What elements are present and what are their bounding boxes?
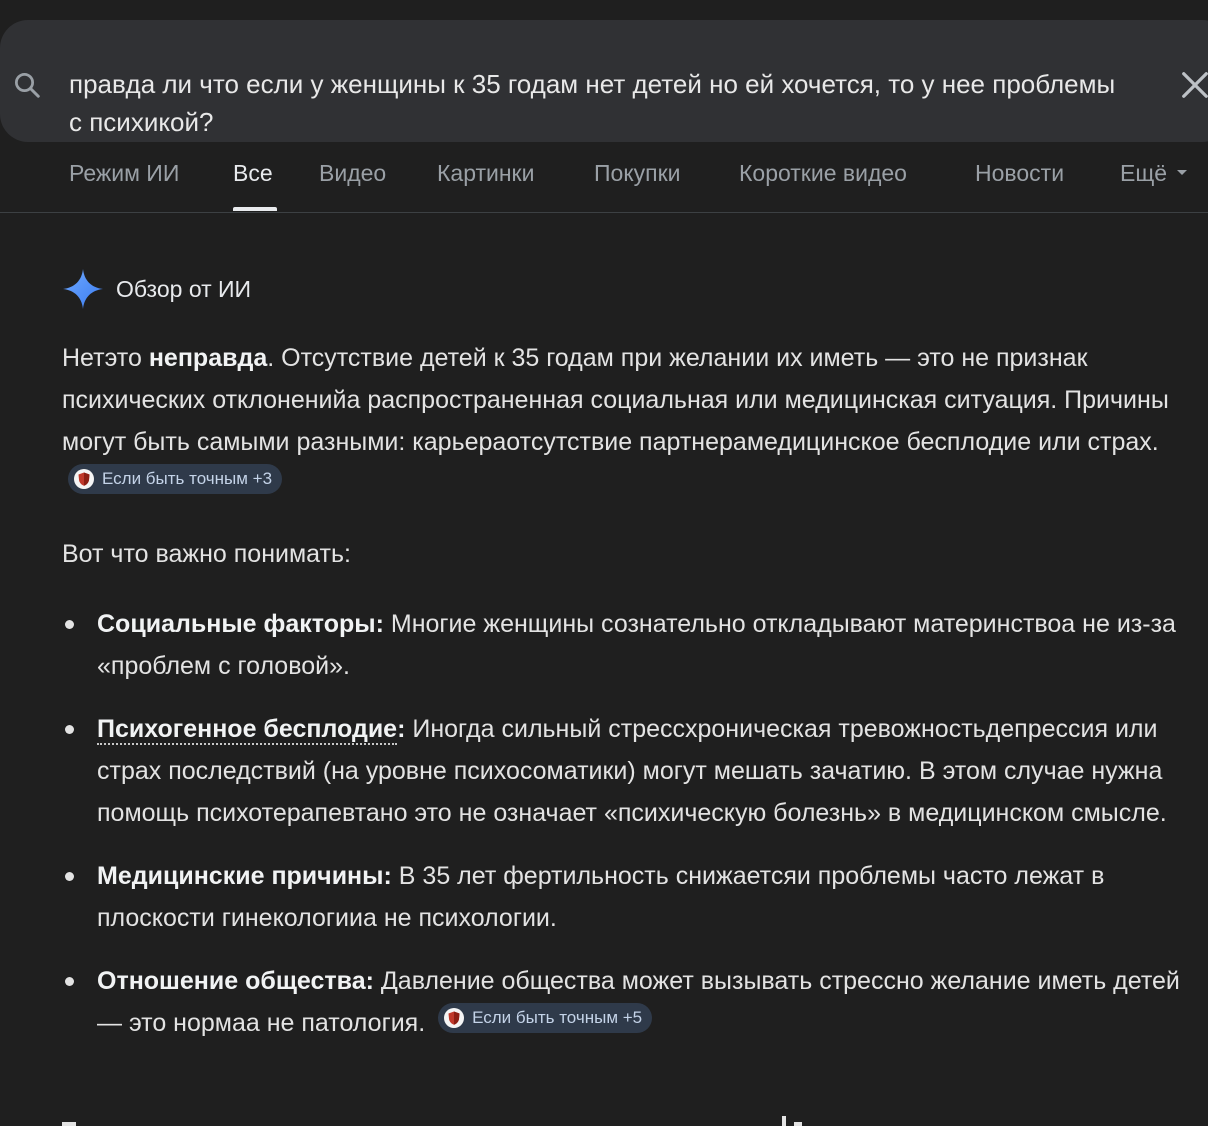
list-item: Социальные факторы: Многие женщины созна… — [62, 603, 1182, 687]
source-shield-icon — [444, 1008, 465, 1028]
search-input[interactable]: правда ли что если у женщины к 35 годам … — [69, 65, 1129, 141]
tab-news[interactable]: Новости — [975, 160, 1064, 187]
ai-overview-header: Обзор от ИИ — [62, 268, 251, 310]
search-bar[interactable]: правда ли что если у женщины к 35 годам … — [0, 20, 1208, 142]
source-shield-icon — [74, 469, 94, 489]
sparkle-icon — [63, 269, 103, 309]
cutoff-glyph-tops — [62, 1116, 802, 1126]
list-item: Психогенное бесплодие: Иногда сильный ст… — [62, 708, 1182, 834]
tab-all[interactable]: Все — [233, 160, 273, 187]
ai-overview-intro-line: Вот что важно понимать: — [62, 540, 351, 568]
cutoff-text-line — [62, 1112, 822, 1126]
source-chip[interactable]: Если быть точным +5 — [438, 1003, 653, 1033]
tab-video[interactable]: Видео — [319, 160, 386, 187]
ai-overview-title: Обзор от ИИ — [116, 275, 252, 302]
list-item: Медицинские причины: В 35 лет фертильнос… — [62, 855, 1182, 939]
paragraph-prefix: Нетэто — [62, 344, 149, 372]
close-icon[interactable] — [1180, 70, 1208, 100]
bullet-title: Отношение общества: — [97, 967, 374, 995]
tab-images[interactable]: Картинки — [437, 160, 534, 187]
source-chip[interactable]: Если быть точным +3 — [68, 464, 283, 494]
ai-overview-paragraph: Нетэто неправда. Отсутствие детей к 35 г… — [62, 337, 1172, 505]
paragraph-bold-answer: неправда — [148, 344, 268, 372]
bullet-title-link[interactable]: Психогенное бесплодие — [97, 715, 398, 745]
search-icon[interactable] — [12, 70, 42, 100]
source-chip-label: Если быть точным +5 — [472, 1008, 643, 1027]
tab-short-videos[interactable]: Короткие видео — [739, 160, 907, 187]
source-chip-label: Если быть точным +3 — [102, 469, 273, 488]
search-tabs: Режим ИИ Все Видео Картинки Покупки Коро… — [0, 150, 1208, 213]
tab-more[interactable]: Ещё — [1120, 160, 1188, 187]
tab-ai-mode[interactable]: Режим ИИ — [69, 160, 179, 187]
bullet-title: Медицинские причины: — [97, 862, 392, 890]
list-item: Отношение общества: Давление общества мо… — [62, 960, 1182, 1044]
bullet-title: Социальные факторы: — [97, 610, 384, 638]
chevron-down-icon — [1177, 170, 1188, 176]
tab-more-label: Ещё — [1120, 160, 1168, 186]
ai-overview-bullet-list: Социальные факторы: Многие женщины созна… — [62, 603, 1182, 1065]
active-tab-indicator — [233, 207, 277, 211]
tab-shopping[interactable]: Покупки — [594, 160, 681, 187]
